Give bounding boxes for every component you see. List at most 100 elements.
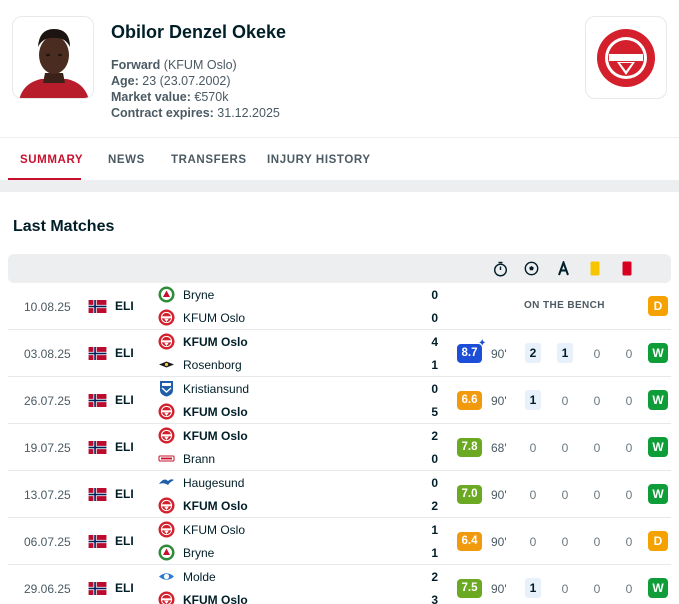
minutes-played: 68' — [491, 441, 507, 455]
away-score: 1 — [431, 358, 438, 372]
home-score: 2 — [431, 570, 438, 584]
team-name: KFUM Oslo — [183, 523, 246, 537]
tab-summary[interactable]: SUMMARY — [20, 154, 83, 166]
away-team: KFUM Oslo — [158, 308, 438, 328]
goals-value: 0 — [529, 488, 537, 502]
minutes-played: 90' — [491, 347, 507, 361]
molde-logo-icon — [158, 568, 175, 585]
team-name: Rosenborg — [183, 358, 242, 372]
league-name: ELI — [115, 440, 134, 454]
goals-value: 0 — [529, 535, 537, 549]
match-date: 26.07.25 — [24, 394, 71, 408]
home-score: 0 — [431, 476, 438, 490]
match-date: 10.08.25 — [24, 300, 71, 314]
match-date: 03.08.25 — [24, 347, 71, 361]
player-market-value: Market value: €570k — [111, 90, 228, 104]
away-score: 2 — [431, 499, 438, 513]
red-card-icon — [622, 261, 632, 276]
kfum-logo-icon — [158, 591, 175, 604]
league-name: ELI — [115, 581, 134, 595]
kfum-logo-icon — [158, 333, 175, 350]
team-name: Haugesund — [183, 476, 245, 490]
kfum-crest-icon — [597, 28, 655, 87]
section-divider — [0, 180, 679, 192]
away-team: KFUM Oslo — [158, 496, 438, 516]
home-team: Haugesund — [158, 473, 438, 493]
league-name: ELI — [115, 534, 134, 548]
match-row[interactable]: 19.07.25 ELI KFUM Oslo 2 Brann 0 7.8 68' 0 0 0 0 W — [8, 424, 671, 471]
team-name: Bryne — [183, 546, 215, 560]
bryne-logo-icon — [158, 544, 175, 561]
player-rating: 7.8 — [457, 438, 482, 457]
table-header — [8, 254, 671, 283]
player-photo — [12, 16, 94, 99]
away-score: 1 — [431, 546, 438, 560]
match-date: 29.06.25 — [24, 582, 71, 596]
team-name: KFUM Oslo — [183, 593, 248, 604]
assist-icon — [558, 261, 569, 276]
minutes-played: 90' — [491, 488, 507, 502]
kfum-logo-icon — [158, 309, 175, 326]
tab-injury-history[interactable]: INJURY HISTORY — [267, 154, 371, 166]
player-age: Age: 23 (23.07.2002) — [111, 74, 231, 88]
match-row[interactable]: 06.07.25 ELI KFUM Oslo 1 Bryne 1 6.4 90' 0 0 0 0 D — [8, 518, 671, 565]
yellow-cards-value: 0 — [593, 535, 601, 549]
position-club: (KFUM Oslo) — [163, 58, 237, 72]
home-team: KFUM Oslo — [158, 426, 438, 446]
match-row[interactable]: 29.06.25 ELI Molde 2 KFUM Oslo 3 7.5 90' 1 0 0 0 W — [8, 565, 671, 604]
match-result-badge: W — [648, 578, 668, 598]
home-team: Molde — [158, 567, 438, 587]
tab-news[interactable]: NEWS — [108, 154, 145, 166]
norway-flag-icon — [88, 488, 107, 501]
goals-value: 1 — [525, 578, 541, 598]
home-score: 0 — [431, 288, 438, 302]
bryne-logo-icon — [158, 286, 175, 303]
position-label: Forward — [111, 58, 161, 72]
home-team: KFUM Oslo — [158, 332, 438, 352]
away-score: 0 — [431, 452, 438, 466]
player-rating: 6.6 — [457, 391, 482, 410]
tab-transfers[interactable]: TRANSFERS — [171, 154, 247, 166]
match-result-badge: D — [648, 531, 668, 551]
match-result-badge: W — [648, 343, 668, 363]
player-position: Forward (KFUM Oslo) — [111, 58, 237, 72]
away-score: 3 — [431, 593, 438, 604]
tab-bar: SUMMARY NEWS TRANSFERS INJURY HISTORY — [0, 137, 679, 181]
red-cards-value: 0 — [625, 441, 633, 455]
star-icon: ✦ — [478, 338, 487, 349]
haugesund-logo-icon — [158, 474, 175, 491]
norway-flag-icon — [88, 347, 107, 360]
match-date: 19.07.25 — [24, 441, 71, 455]
norway-flag-icon — [88, 394, 107, 407]
yellow-cards-value: 0 — [593, 582, 601, 596]
away-team: KFUM Oslo — [158, 402, 438, 422]
goals-value: 2 — [525, 343, 541, 363]
home-score: 2 — [431, 429, 438, 443]
yellow-cards-value: 0 — [593, 441, 601, 455]
rosenborg-logo-icon — [158, 356, 175, 373]
match-row[interactable]: 10.08.25 ELI Bryne 0 KFUM Oslo 0 ON THE BENCH D — [8, 283, 671, 330]
kfum-logo-icon — [158, 497, 175, 514]
kfum-logo-icon — [158, 427, 175, 444]
match-row[interactable]: 03.08.25 ELI KFUM Oslo 4 Rosenborg 1 8.7 ✦ 90' 2 1… — [8, 330, 671, 377]
player-rating: 7.0 — [457, 485, 482, 504]
assists-value: 0 — [561, 441, 569, 455]
player-name: Obilor Denzel Okeke — [111, 22, 287, 42]
goals-value: 1 — [525, 390, 541, 410]
match-result-badge: W — [648, 437, 668, 457]
away-team: Rosenborg — [158, 355, 438, 375]
team-name: KFUM Oslo — [183, 311, 246, 325]
red-cards-value: 0 — [625, 488, 633, 502]
kristiansund-logo-icon — [158, 380, 175, 397]
away-score: 5 — [431, 405, 438, 419]
match-row[interactable]: 26.07.25 ELI Kristiansund 0 KFUM Oslo 5 6.6 90'… — [8, 377, 671, 424]
red-cards-value: 0 — [625, 394, 633, 408]
assists-value: 0 — [561, 488, 569, 502]
stopwatch-icon — [493, 261, 508, 277]
player-header: Obilor Denzel Okeke Forward (KFUM Oslo) … — [0, 0, 679, 137]
match-date: 06.07.25 — [24, 535, 71, 549]
away-team: Bryne — [158, 543, 438, 563]
match-row[interactable]: 13.07.25 ELI Haugesund 0 KFUM Oslo 2 7.0 90' 0 0 0… — [8, 471, 671, 518]
club-logo[interactable] — [585, 16, 667, 99]
team-name: Molde — [183, 570, 216, 584]
